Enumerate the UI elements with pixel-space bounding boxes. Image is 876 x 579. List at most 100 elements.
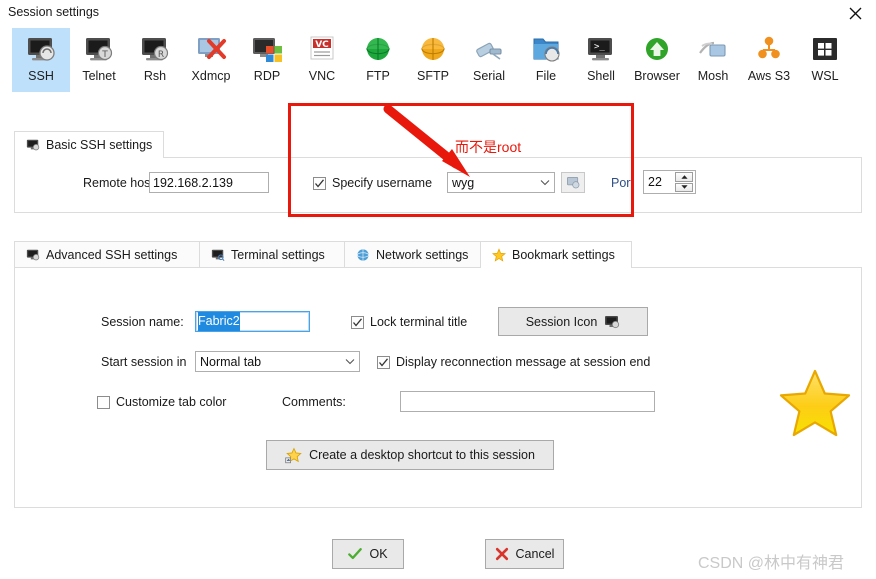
rsh-icon: R — [139, 33, 171, 65]
close-button[interactable] — [834, 0, 876, 26]
tab-bookmark-label: Bookmark settings — [512, 248, 615, 262]
session-type-vnc[interactable]: VC VNC — [294, 28, 350, 92]
session-type-ftp-label: FTP — [366, 69, 390, 83]
checkmark-icon — [353, 317, 363, 327]
caret-up-icon — [680, 175, 688, 179]
caret-down-icon — [680, 185, 688, 189]
telnet-icon: T — [83, 33, 115, 65]
tab-advanced[interactable]: Advanced SSH settings — [14, 241, 200, 268]
annotation-text: 而不是root — [455, 139, 522, 155]
tab-terminal[interactable]: Terminal settings — [199, 241, 345, 268]
start-session-in-combobox[interactable]: Normal tab — [195, 351, 360, 372]
ok-button[interactable]: OK — [332, 539, 404, 569]
watermark: CSDN @林中有神君 — [698, 555, 845, 572]
bookmark-settings-panel: Session name: Fabric2 Lock terminal titl… — [14, 267, 862, 508]
lock-terminal-title-label: Lock terminal title — [370, 315, 468, 329]
user-picker-icon — [566, 176, 579, 189]
lock-terminal-title-checkbox[interactable]: Lock terminal title — [351, 315, 467, 329]
checkmark-icon — [315, 178, 325, 188]
session-type-serial-label: Serial — [473, 69, 505, 83]
red-cross-icon — [495, 547, 508, 561]
tab-advanced-label: Advanced SSH settings — [46, 248, 178, 262]
session-type-xdmcp-label: Xdmcp — [191, 69, 231, 83]
tab-network[interactable]: Network settings — [344, 241, 481, 268]
tab-basic-ssh-settings[interactable]: Basic SSH settings — [14, 131, 165, 158]
monitor-icon — [605, 315, 620, 328]
ssh-icon — [25, 33, 57, 65]
specify-username-label: Specify username — [332, 176, 433, 190]
star-shortcut-icon — [285, 446, 302, 463]
port-spinner-down-button[interactable] — [675, 182, 693, 192]
session-type-awss3[interactable]: Aws S3 — [740, 28, 798, 92]
ftp-icon — [362, 33, 394, 65]
create-desktop-shortcut-label: Create a desktop shortcut to this sessio… — [309, 448, 535, 462]
display-reconnection-checkbox[interactable]: Display reconnection message at session … — [377, 355, 650, 369]
session-type-telnet[interactable]: T Telnet — [70, 28, 128, 92]
tab-network-label: Network settings — [376, 248, 469, 262]
vnc-icon: VC — [306, 33, 338, 65]
session-type-rsh[interactable]: R Rsh — [128, 28, 182, 92]
shell-icon: >_ — [585, 33, 617, 65]
session-type-browser[interactable]: Browser — [628, 28, 686, 92]
mosh-icon — [697, 33, 729, 65]
session-type-serial[interactable]: Serial — [460, 28, 518, 92]
svg-text:T: T — [101, 50, 108, 60]
close-icon — [849, 7, 861, 19]
remote-host-input[interactable] — [149, 172, 269, 193]
port-spinner-up-button[interactable] — [675, 172, 693, 182]
port-spinner[interactable]: 22 — [643, 170, 696, 194]
display-reconnection-checkbox-box — [377, 355, 390, 369]
session-name-label: Session name: — [101, 315, 184, 329]
session-type-xdmcp[interactable]: Xdmcp — [182, 28, 240, 92]
session-type-browser-label: Browser — [634, 69, 680, 83]
session-type-ssh-label: SSH — [28, 69, 54, 83]
cancel-button[interactable]: Cancel — [485, 539, 564, 569]
customize-tab-color-checkbox[interactable]: Customize tab color — [97, 395, 226, 409]
session-type-rdp-label: RDP — [253, 69, 281, 83]
session-type-wsl[interactable]: WSL — [798, 28, 852, 92]
port-label: Port — [611, 176, 634, 190]
port-spinner-buttons — [675, 171, 695, 193]
session-type-file[interactable]: File — [518, 28, 574, 92]
comments-input[interactable] — [400, 391, 655, 412]
specify-username-checkbox-box — [313, 176, 326, 190]
session-name-input[interactable]: Fabric2 — [195, 311, 310, 332]
chevron-down-icon — [341, 352, 359, 371]
session-type-awss3-label: Aws S3 — [747, 69, 791, 83]
session-icon-button-label: Session Icon — [525, 314, 598, 329]
session-type-mosh[interactable]: Mosh — [686, 28, 740, 92]
monitor-icon — [26, 249, 40, 261]
session-name-value: Fabric2 — [198, 312, 240, 331]
username-picker-button[interactable] — [561, 172, 585, 193]
tab-bookmark[interactable]: Bookmark settings — [480, 241, 632, 268]
session-icon-button[interactable]: Session Icon — [498, 307, 648, 336]
session-type-sftp[interactable]: SFTP — [406, 28, 460, 92]
green-check-icon — [348, 548, 363, 560]
globe-icon — [357, 249, 369, 261]
display-reconnection-label: Display reconnection message at session … — [396, 355, 651, 369]
session-type-rdp[interactable]: RDP — [240, 28, 294, 92]
session-type-ssh[interactable]: SSH — [12, 28, 70, 92]
specify-username-checkbox[interactable]: Specify username — [313, 176, 432, 190]
session-type-file-label: File — [535, 69, 557, 83]
session-type-toolbar: SSH T Telnet R Rsh Xdmcp RDP VC VNC FTP … — [0, 28, 876, 100]
tab-terminal-label: Terminal settings — [231, 248, 325, 262]
terminal-icon — [211, 249, 225, 261]
svg-text:VC: VC — [315, 40, 329, 50]
monitor-icon — [26, 139, 40, 151]
customize-tab-color-checkbox-box — [97, 395, 110, 409]
ok-button-label: OK — [369, 547, 388, 561]
session-type-shell[interactable]: >_ Shell — [574, 28, 628, 92]
username-combobox[interactable]: wyg — [447, 172, 555, 193]
create-desktop-shortcut-button[interactable]: Create a desktop shortcut to this sessio… — [266, 440, 554, 470]
session-type-ftp[interactable]: FTP — [350, 28, 406, 92]
big-star-icon — [779, 369, 851, 437]
username-value: wyg — [452, 175, 475, 190]
start-session-in-value: Normal tab — [200, 354, 262, 369]
checkmark-icon — [379, 357, 389, 367]
customize-tab-color-label: Customize tab color — [116, 395, 227, 409]
browser-icon — [641, 33, 673, 65]
cancel-button-label: Cancel — [515, 547, 555, 561]
serial-icon — [473, 33, 505, 65]
basic-ssh-panel: Remote host * Specify username wyg Port … — [14, 157, 862, 213]
